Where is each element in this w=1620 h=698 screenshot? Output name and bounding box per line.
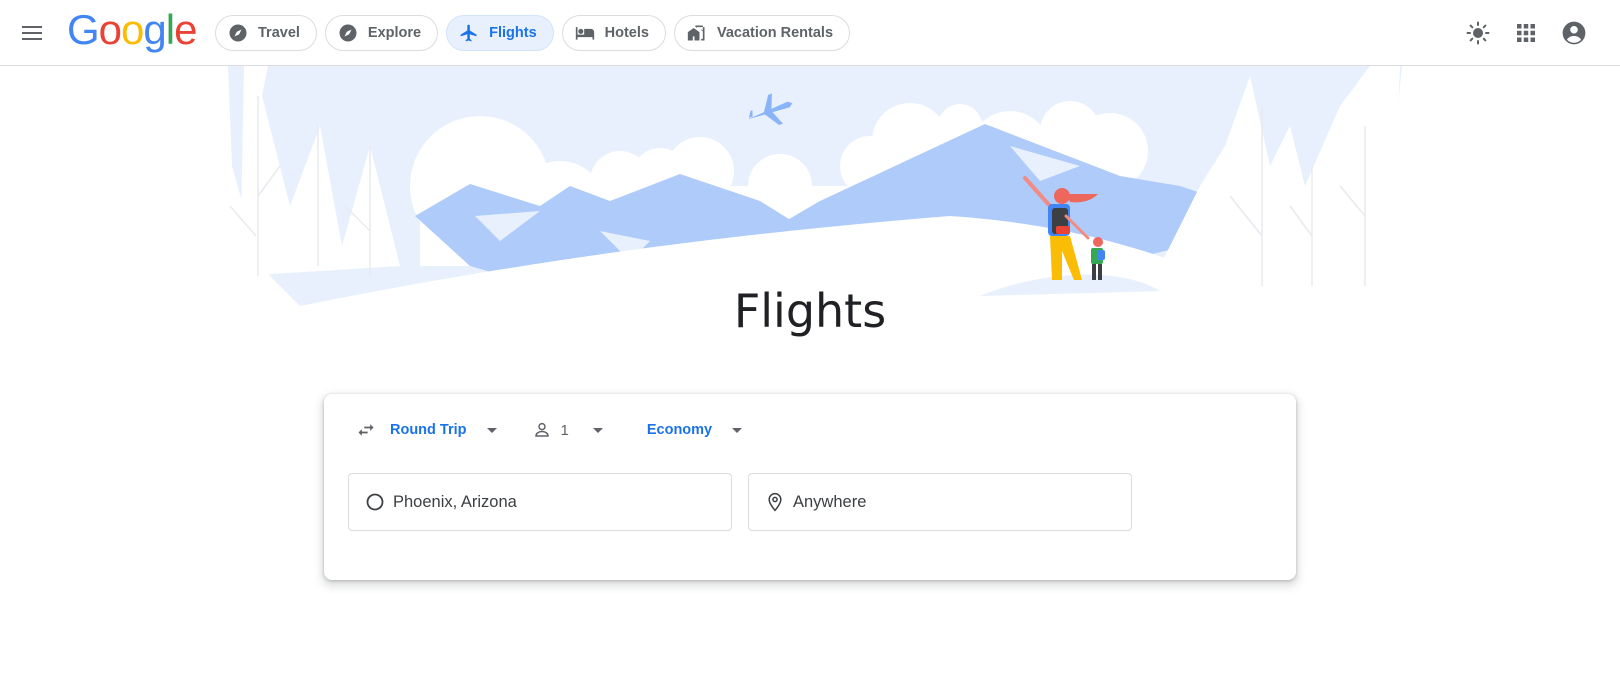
tab-travel[interactable]: Travel: [215, 15, 317, 51]
destination-input[interactable]: [793, 487, 1113, 517]
destination-field[interactable]: [748, 473, 1132, 531]
account-icon: [1562, 21, 1586, 45]
theme-toggle-button[interactable]: [1462, 17, 1494, 49]
bed-icon: [575, 27, 594, 40]
passengers-select[interactable]: 1: [533, 416, 603, 444]
logo-letter: o: [121, 6, 144, 53]
theme-sun-icon: [1466, 21, 1490, 45]
apps-grid-icon: [1517, 24, 1535, 42]
header-actions: [1462, 17, 1590, 49]
hero-illustration: [0, 66, 1620, 316]
trip-type-select[interactable]: Round Trip: [356, 416, 497, 444]
google-apps-button[interactable]: [1510, 17, 1542, 49]
tab-vacation-rentals[interactable]: Vacation Rentals: [673, 15, 851, 51]
logo-letter: G: [67, 6, 100, 53]
cabin-class-select[interactable]: Economy: [646, 416, 743, 444]
tab-flights[interactable]: Flights: [446, 15, 554, 51]
tab-hotels[interactable]: Hotels: [561, 15, 666, 51]
page-title: Flights: [733, 284, 887, 338]
origin-field[interactable]: [348, 473, 732, 531]
logo-letter: l: [165, 6, 175, 53]
chevron-down-icon: [486, 427, 497, 433]
account-button[interactable]: [1558, 17, 1590, 49]
flight-search-card: Round Trip 1 Economy: [324, 394, 1296, 580]
location-pin-icon: [768, 492, 782, 512]
explore-icon: [339, 24, 357, 42]
search-options-row: Round Trip 1 Economy: [356, 416, 743, 444]
house-icon: [687, 25, 705, 41]
logo-letter: g: [143, 6, 166, 53]
main-menu-button[interactable]: [14, 17, 50, 49]
travel-nav-chips: Travel Explore Flights Hotels Vacation R…: [215, 15, 851, 51]
top-app-bar: Google Travel Explore Flights Hotels Vac…: [0, 0, 1620, 66]
compass-icon: [229, 24, 247, 42]
circle-icon: [366, 493, 384, 511]
passenger-count: 1: [560, 421, 569, 439]
google-logo[interactable]: Google: [67, 6, 197, 53]
tab-travel-label: Travel: [258, 25, 300, 41]
chevron-down-icon: [732, 427, 743, 433]
logo-letter: o: [98, 6, 122, 53]
cabin-class-label: Economy: [646, 422, 713, 438]
tab-vacation-rentals-label: Vacation Rentals: [716, 25, 834, 41]
logo-letter: e: [174, 6, 197, 53]
swap-arrows-icon: [358, 424, 374, 436]
trip-type-label: Round Trip: [390, 422, 467, 438]
tab-hotels-label: Hotels: [604, 25, 649, 41]
tab-explore-label: Explore: [367, 25, 422, 41]
origin-input[interactable]: [393, 487, 713, 517]
hamburger-menu-icon: [22, 26, 42, 40]
chevron-down-icon: [592, 427, 603, 433]
tab-explore[interactable]: Explore: [324, 15, 439, 51]
person-icon: [534, 422, 549, 437]
airplane-icon: [460, 24, 477, 42]
tab-flights-label: Flights: [489, 25, 537, 41]
